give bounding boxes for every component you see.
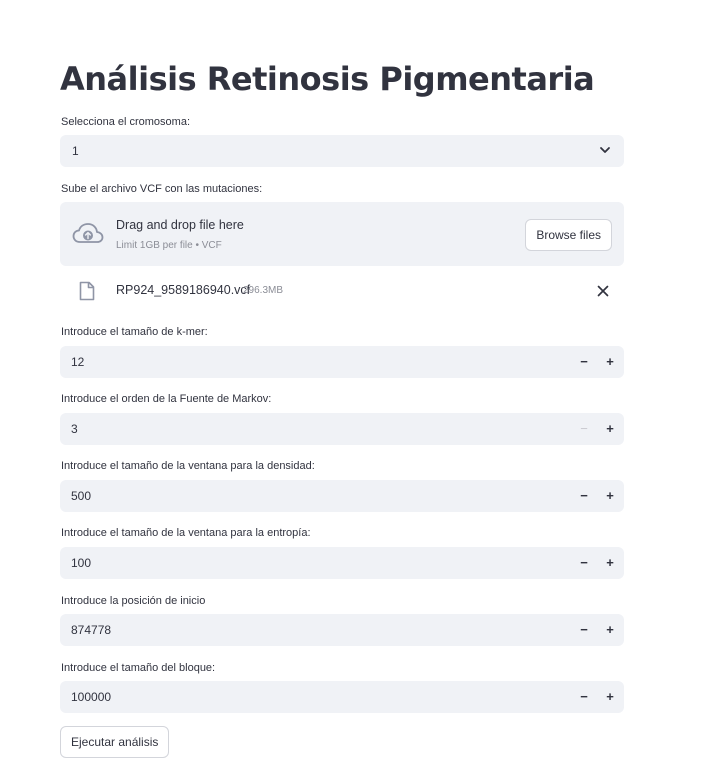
start-position-label: Introduce la posición de inicio [61, 595, 206, 607]
chevron-down-icon [600, 147, 610, 153]
chromosome-select-value: 1 [72, 144, 79, 158]
density-window-decrement-button[interactable]: − [571, 480, 597, 512]
kmer-increment-button[interactable]: + [597, 346, 623, 378]
start-position-value: 874778 [71, 623, 112, 637]
page-title: Análisis Retinosis Pigmentaria [60, 60, 595, 98]
run-analysis-button[interactable]: Ejecutar análisis [60, 726, 170, 758]
markov-order-label: Introduce el orden de la Fuente de Marko… [61, 393, 272, 405]
chromosome-select[interactable]: 1 [60, 135, 624, 167]
chromosome-label: Selecciona el cromosoma: [61, 116, 191, 128]
start-position-decrement-button[interactable]: − [571, 614, 597, 646]
file-dropzone[interactable]: Drag and drop file here Limit 1GB per fi… [60, 202, 624, 266]
markov-order-value: 3 [71, 422, 78, 436]
start-position-input[interactable]: 874778 − + [60, 614, 624, 646]
cloud-upload-icon [72, 223, 104, 243]
file-size: 296.3MB [243, 285, 284, 296]
entropy-window-label: Introduce el tamaño de la ventana para l… [61, 527, 311, 539]
density-window-value: 500 [71, 489, 92, 503]
browse-files-button[interactable]: Browse files [525, 219, 612, 251]
block-size-input[interactable]: 100000 − + [60, 681, 624, 713]
file-icon [79, 281, 95, 301]
dropzone-instructions: Drag and drop file here [116, 218, 244, 232]
file-name: RP924_9589186940.vcf [116, 283, 251, 297]
markov-order-increment-button[interactable]: + [597, 413, 623, 445]
density-window-increment-button[interactable]: + [597, 480, 623, 512]
block-size-value: 100000 [71, 690, 112, 704]
kmer-input[interactable]: 12 − + [60, 346, 624, 378]
block-size-increment-button[interactable]: + [597, 681, 623, 713]
kmer-label: Introduce el tamaño de k-mer: [61, 326, 208, 338]
start-position-increment-button[interactable]: + [597, 614, 623, 646]
markov-order-input[interactable]: 3 − + [60, 413, 624, 445]
entropy-window-decrement-button[interactable]: − [571, 547, 597, 579]
uploader-label: Sube el archivo VCF con las mutaciones: [61, 183, 263, 195]
dropzone-limit: Limit 1GB per file • VCF [116, 240, 222, 251]
entropy-window-input[interactable]: 100 − + [60, 547, 624, 579]
kmer-decrement-button[interactable]: − [571, 346, 597, 378]
app-page: Análisis Retinosis Pigmentaria Seleccion… [0, 0, 710, 776]
close-icon[interactable] [596, 284, 610, 298]
entropy-window-value: 100 [71, 556, 92, 570]
uploaded-file: RP924_9589186940.vcf 296.3MB [60, 275, 624, 307]
kmer-value: 12 [71, 355, 85, 369]
markov-order-decrement-button[interactable]: − [571, 413, 597, 445]
block-size-decrement-button[interactable]: − [571, 681, 597, 713]
entropy-window-increment-button[interactable]: + [597, 547, 623, 579]
density-window-label: Introduce el tamaño de la ventana para l… [61, 460, 315, 472]
block-size-label: Introduce el tamaño del bloque: [61, 662, 216, 674]
density-window-input[interactable]: 500 − + [60, 480, 624, 512]
